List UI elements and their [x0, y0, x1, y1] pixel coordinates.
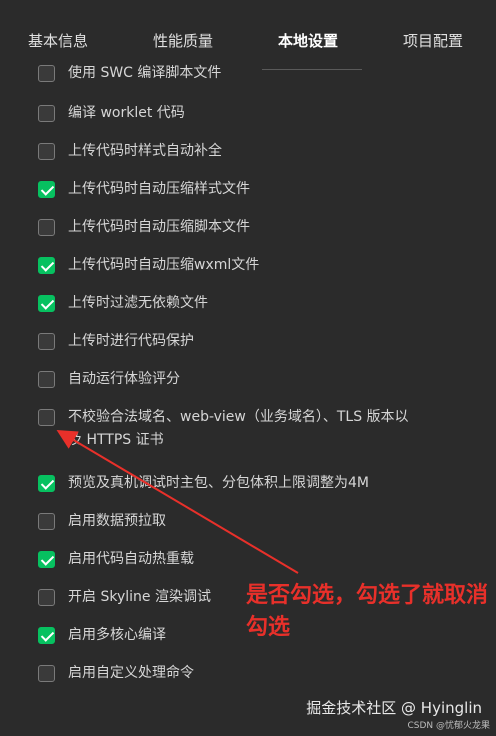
setting-row[interactable]: 编译 worklet 代码: [38, 104, 185, 123]
checkbox-checked[interactable]: [38, 295, 55, 312]
checkbox-checked[interactable]: [38, 627, 55, 644]
setting-label: 启用多核心编译: [68, 627, 166, 643]
checkbox-unchecked[interactable]: [38, 105, 55, 122]
setting-label: 启用自定义处理命令: [68, 665, 194, 681]
setting-row[interactable]: 开启 Skyline 渲染调试: [38, 588, 211, 607]
checkbox-checked[interactable]: [38, 551, 55, 568]
tab-basic-info[interactable]: 基本信息: [28, 30, 88, 51]
checkbox-unchecked[interactable]: [38, 409, 55, 426]
juejin-watermark: 掘金技术社区 @ Hyinglin: [306, 699, 482, 717]
setting-label: 上传代码时样式自动补全: [68, 143, 222, 159]
setting-row[interactable]: 上传时过滤无依赖文件: [38, 294, 208, 313]
setting-row[interactable]: 上传时进行代码保护: [38, 332, 194, 351]
setting-label: 上传代码时自动压缩样式文件: [68, 181, 250, 197]
setting-row[interactable]: 启用自定义处理命令: [38, 664, 194, 683]
checkbox-unchecked[interactable]: [38, 333, 55, 350]
tab-project-config[interactable]: 项目配置: [403, 30, 463, 51]
checkbox-unchecked[interactable]: [38, 371, 55, 388]
setting-label: 上传代码时自动压缩脚本文件: [68, 219, 250, 235]
tab-local-settings[interactable]: 本地设置: [278, 30, 338, 51]
setting-row[interactable]: 启用多核心编译: [38, 626, 166, 645]
checkbox-unchecked[interactable]: [38, 589, 55, 606]
setting-label: 上传时过滤无依赖文件: [68, 295, 208, 311]
checkbox-unchecked[interactable]: [38, 219, 55, 236]
setting-row[interactable]: 上传代码时自动压缩样式文件: [38, 180, 250, 199]
setting-label: 预览及真机调试时主包、分包体积上限调整为4M: [68, 475, 369, 491]
checkbox-unchecked[interactable]: [38, 65, 55, 82]
checkbox-unchecked[interactable]: [38, 513, 55, 530]
setting-row[interactable]: 上传代码时自动压缩wxml文件: [38, 256, 259, 275]
checkbox-checked[interactable]: [38, 475, 55, 492]
setting-row[interactable]: 启用代码自动热重载: [38, 550, 194, 569]
setting-label: 开启 Skyline 渲染调试: [68, 589, 211, 605]
setting-row[interactable]: 启用数据预拉取: [38, 512, 166, 531]
setting-label: 编译 worklet 代码: [68, 105, 185, 121]
checkbox-checked[interactable]: [38, 181, 55, 198]
setting-row[interactable]: 使用 SWC 编译脚本文件: [38, 64, 221, 83]
tab-performance[interactable]: 性能质量: [153, 30, 213, 51]
checkbox-unchecked[interactable]: [38, 143, 55, 160]
setting-label: 启用代码自动热重载: [68, 551, 194, 567]
setting-label: 上传时进行代码保护: [68, 333, 194, 349]
setting-label: 上传代码时自动压缩wxml文件: [68, 257, 260, 273]
setting-row[interactable]: 不校验合法域名、web-view（业务域名）、TLS 版本以及 HTTPS 证书: [38, 408, 418, 452]
checkbox-checked[interactable]: [38, 257, 55, 274]
setting-row[interactable]: 上传代码时自动压缩脚本文件: [38, 218, 250, 237]
setting-label: 自动运行体验评分: [68, 371, 180, 387]
setting-label: 使用 SWC 编译脚本文件: [68, 65, 222, 81]
setting-row[interactable]: 自动运行体验评分: [38, 370, 180, 389]
annotation-text: 是否勾选，勾选了就取消勾选: [246, 583, 489, 640]
checkbox-unchecked[interactable]: [38, 665, 55, 682]
setting-row[interactable]: 预览及真机调试时主包、分包体积上限调整为4M: [38, 474, 369, 493]
setting-label: 不校验合法域名、web-view（业务域名）、TLS 版本以及 HTTPS 证书: [68, 409, 409, 448]
setting-row[interactable]: 上传代码时样式自动补全: [38, 142, 222, 161]
csdn-watermark: CSDN @忧郁火龙果: [407, 721, 490, 731]
setting-label: 启用数据预拉取: [68, 513, 166, 529]
